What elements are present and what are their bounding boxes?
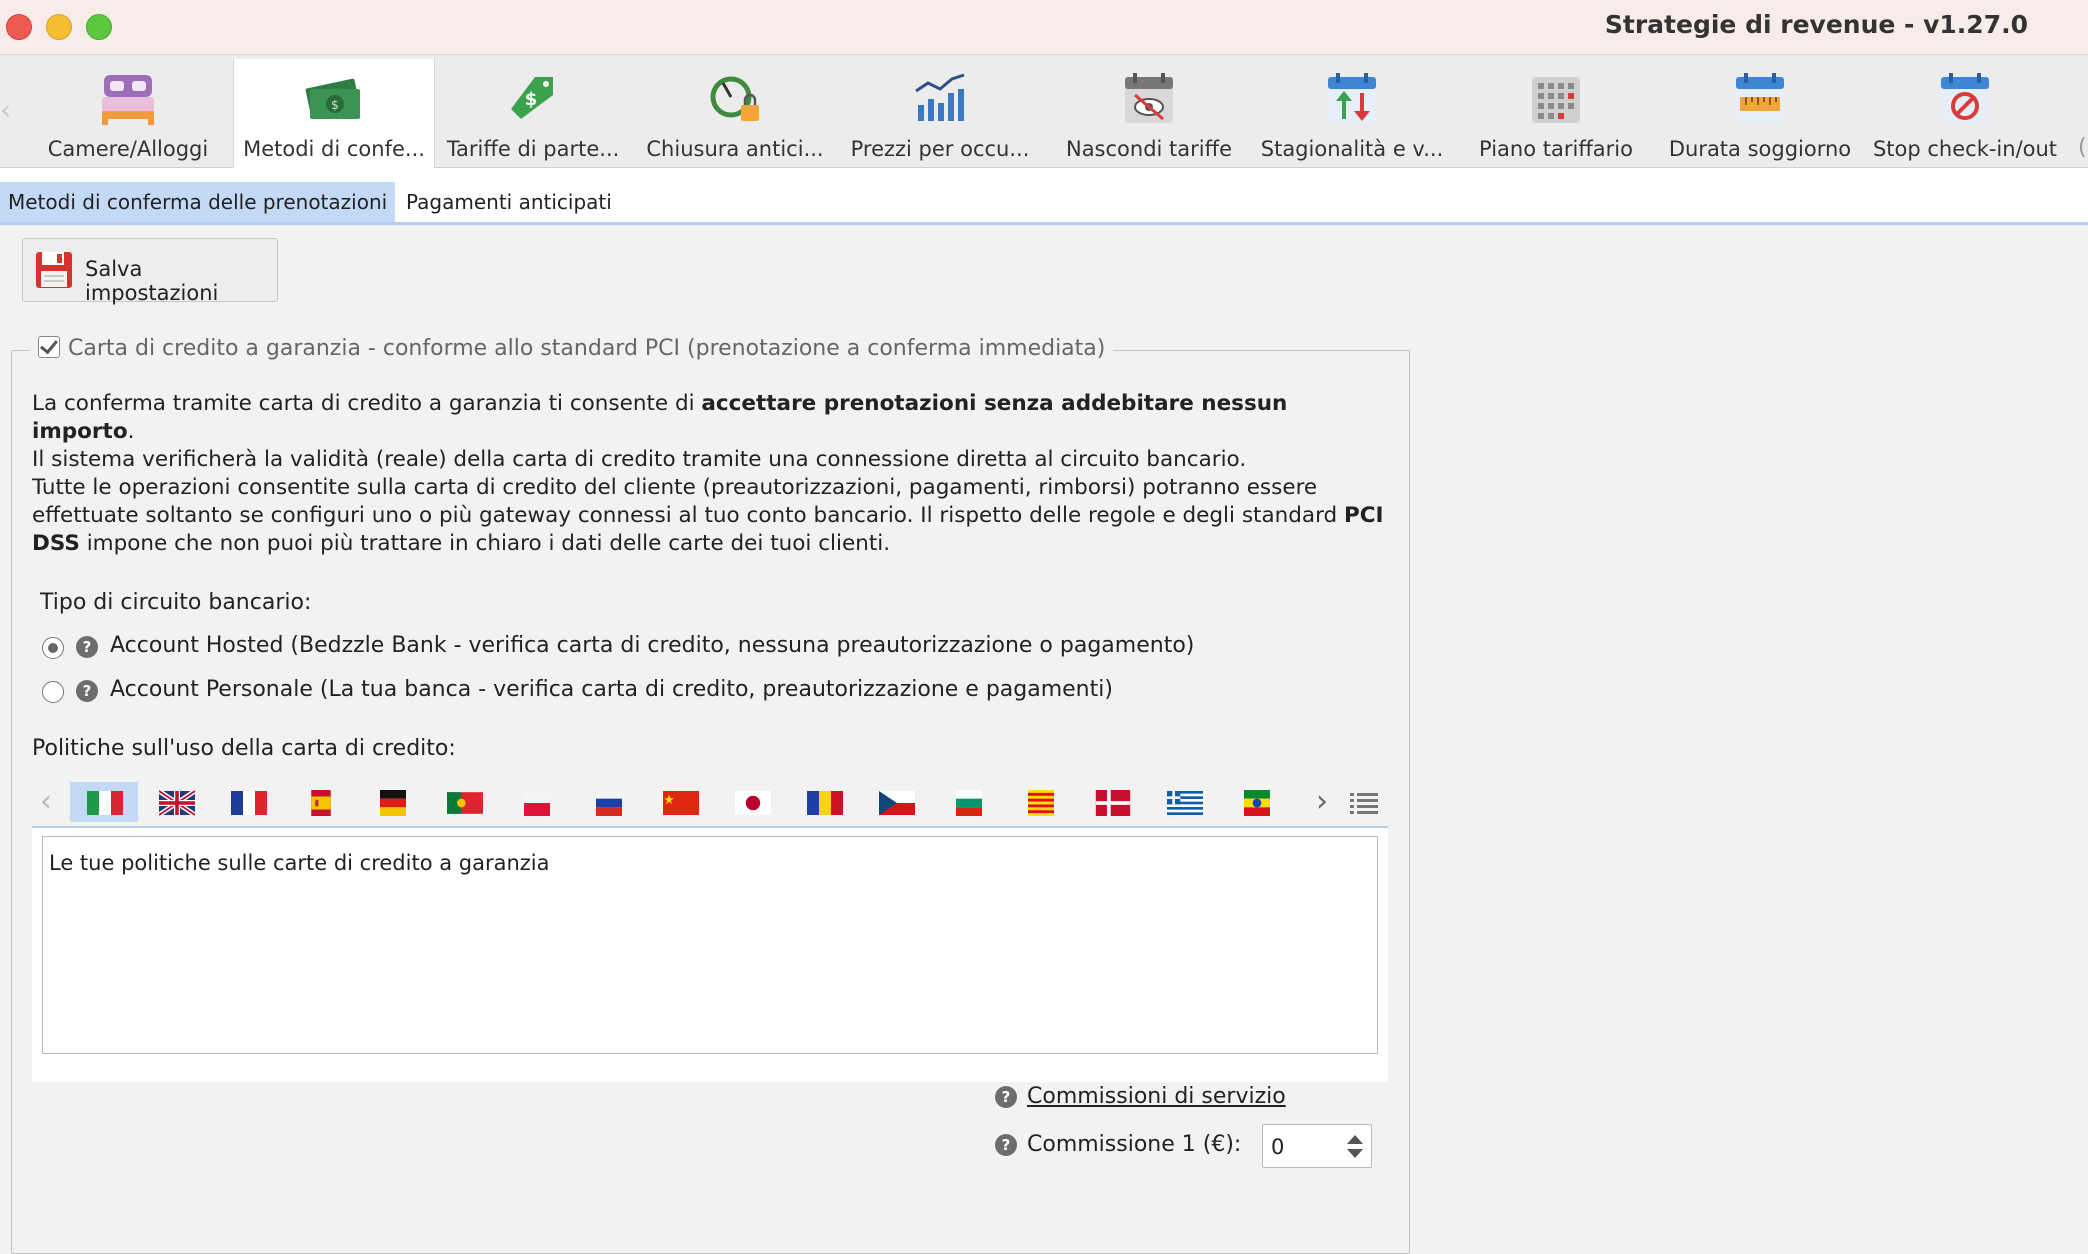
toolbar-item-nascondi-tariffe[interactable]: Nascondi tariffe: [1049, 59, 1249, 167]
flag-ro[interactable]: [790, 782, 858, 822]
save-settings-button[interactable]: Salva impostazioni: [22, 238, 278, 305]
flag-gb[interactable]: [142, 782, 210, 822]
ruler-calendar-icon: [1736, 73, 1784, 123]
romania-flag-icon: [807, 790, 843, 816]
flag-es[interactable]: [286, 782, 354, 822]
flag-bg[interactable]: [934, 782, 1002, 822]
russia-flag-icon: [591, 790, 627, 816]
help-icon[interactable]: ?: [76, 680, 98, 702]
stop-calendar-icon: [1941, 73, 1989, 123]
hidden-eye-calendar-icon: [1125, 73, 1173, 123]
window-title: Strategie di revenue - v1.27.0: [1604, 10, 2028, 39]
flag-cz[interactable]: [862, 782, 930, 822]
timer-lock-icon: [710, 76, 759, 121]
toolbar-item-metodi-conferma[interactable]: $ Metodi di confe...: [233, 59, 435, 169]
portugal-flag-icon: [447, 790, 483, 816]
floppy-disk-icon: [36, 252, 72, 288]
credit-card-guarantee-title: Carta di credito a garanzia - conforme a…: [68, 336, 1106, 361]
bar-chart-icon: [915, 73, 965, 121]
zoom-window-button[interactable]: [86, 14, 112, 40]
toolbar-item-tariffe-partenza[interactable]: $ Tariffe di parte...: [433, 59, 633, 167]
help-icon[interactable]: ?: [76, 636, 98, 658]
radio-account-personale-button[interactable]: [42, 681, 64, 703]
ethiopia-flag-icon: [1239, 790, 1275, 816]
poland-flag-icon: [519, 790, 555, 816]
toolbar-scroll-right-icon[interactable]: (: [2078, 135, 2088, 165]
language-flags-strip: ‹ ›: [32, 778, 1388, 829]
fee-1-stepper[interactable]: 0: [1262, 1124, 1372, 1168]
bulgaria-flag-icon: [951, 790, 987, 816]
denmark-flag-icon: [1095, 790, 1131, 816]
credit-card-guarantee-checkbox[interactable]: [38, 336, 60, 358]
stepper-up-icon[interactable]: [1347, 1135, 1363, 1144]
title-bar: Strategie di revenue - v1.27.0: [0, 0, 2088, 55]
flag-pl[interactable]: [502, 782, 570, 822]
credit-card-guarantee-legend[interactable]: Carta di credito a garanzia - conforme a…: [30, 336, 1114, 361]
main-toolbar: ‹ Camere/Alloggi $ Metodi di confe... $ …: [0, 55, 2088, 169]
tab-pagamenti-anticipati[interactable]: Pagamenti anticipati: [398, 182, 620, 222]
italy-flag-icon: [87, 790, 123, 816]
spain-flag-icon: [303, 790, 339, 816]
france-flag-icon: [231, 790, 267, 816]
uk-flag-icon: [159, 790, 195, 816]
toolbar-item-piano-tariffario[interactable]: Piano tariffario: [1456, 59, 1656, 167]
toolbar-item-stagionalita[interactable]: Stagionalità e v...: [1252, 59, 1452, 167]
service-fees-link[interactable]: Commissioni di servizio: [1027, 1084, 1286, 1109]
close-window-button[interactable]: [6, 14, 32, 40]
flag-et[interactable]: [1222, 782, 1290, 822]
description-paragraph-1: La conferma tramite carta di credito a g…: [32, 391, 1288, 472]
help-icon[interactable]: ?: [995, 1086, 1017, 1108]
germany-flag-icon: [375, 790, 411, 816]
flag-gr[interactable]: [1150, 782, 1218, 822]
minimize-window-button[interactable]: [46, 14, 72, 40]
flag-pt[interactable]: [430, 782, 498, 822]
toolbar-item-durata-soggiorno[interactable]: Durata soggiorno: [1660, 59, 1860, 167]
greece-flag-icon: [1167, 790, 1203, 816]
sub-tab-bar: Metodi di conferma delle prenotazioni Pa…: [0, 168, 2088, 225]
toolbar-scroll-left-icon[interactable]: ‹: [0, 95, 20, 125]
flag-cn[interactable]: [646, 782, 714, 822]
policies-label: Politiche sull'uso della carta di credit…: [32, 736, 456, 761]
price-tag-icon: $: [511, 77, 553, 119]
circuit-type-label: Tipo di circuito bancario:: [40, 590, 312, 615]
policies-textarea[interactable]: Le tue politiche sulle carte di credito …: [42, 836, 1378, 1054]
fee-1-label: Commissione 1 (€):: [1027, 1132, 1242, 1157]
flag-jp[interactable]: [718, 782, 786, 822]
china-flag-icon: [663, 790, 699, 816]
catalonia-flag-icon: [1023, 790, 1059, 816]
flag-ru[interactable]: [574, 782, 642, 822]
flag-de[interactable]: [358, 782, 426, 822]
flags-scroll-left-icon[interactable]: ‹: [40, 784, 52, 820]
toolbar-item-chiusura-anticipata[interactable]: Chiusura antici...: [635, 59, 835, 167]
toolbar-item-camere[interactable]: Camere/Alloggi: [28, 59, 228, 167]
bed-icon: [102, 75, 154, 125]
radio-account-hosted-button[interactable]: [42, 637, 64, 659]
japan-flag-icon: [735, 790, 771, 816]
help-icon[interactable]: ?: [995, 1134, 1017, 1156]
flag-ca[interactable]: [1006, 782, 1074, 822]
money-icon: $: [305, 78, 361, 119]
flag-fr[interactable]: [214, 782, 282, 822]
up-down-calendar-icon: [1328, 73, 1376, 123]
language-list-icon[interactable]: [1350, 792, 1378, 814]
save-settings-label: Salva impostazioni: [85, 257, 219, 305]
tab-metodi-conferma[interactable]: Metodi di conferma delle prenotazioni: [0, 182, 396, 222]
flags-scroll-right-icon[interactable]: ›: [1316, 784, 1328, 820]
flag-dk[interactable]: [1078, 782, 1146, 822]
policies-editor-container: Le tue politiche sulle carte di credito …: [32, 828, 1388, 1082]
toolbar-item-prezzi-occupazione[interactable]: Prezzi per occu...: [840, 59, 1040, 167]
grid-calendar-icon: [1532, 77, 1580, 123]
svg-text:$: $: [525, 89, 538, 110]
description-paragraph-2: Tutte le operazioni consentite sulla car…: [32, 475, 1384, 556]
svg-text:$: $: [331, 98, 339, 112]
flag-it[interactable]: [70, 782, 138, 822]
stepper-down-icon[interactable]: [1347, 1149, 1363, 1158]
toolbar-item-stop-checkin[interactable]: Stop check-in/out: [1865, 59, 2065, 167]
czech-flag-icon: [879, 790, 915, 816]
